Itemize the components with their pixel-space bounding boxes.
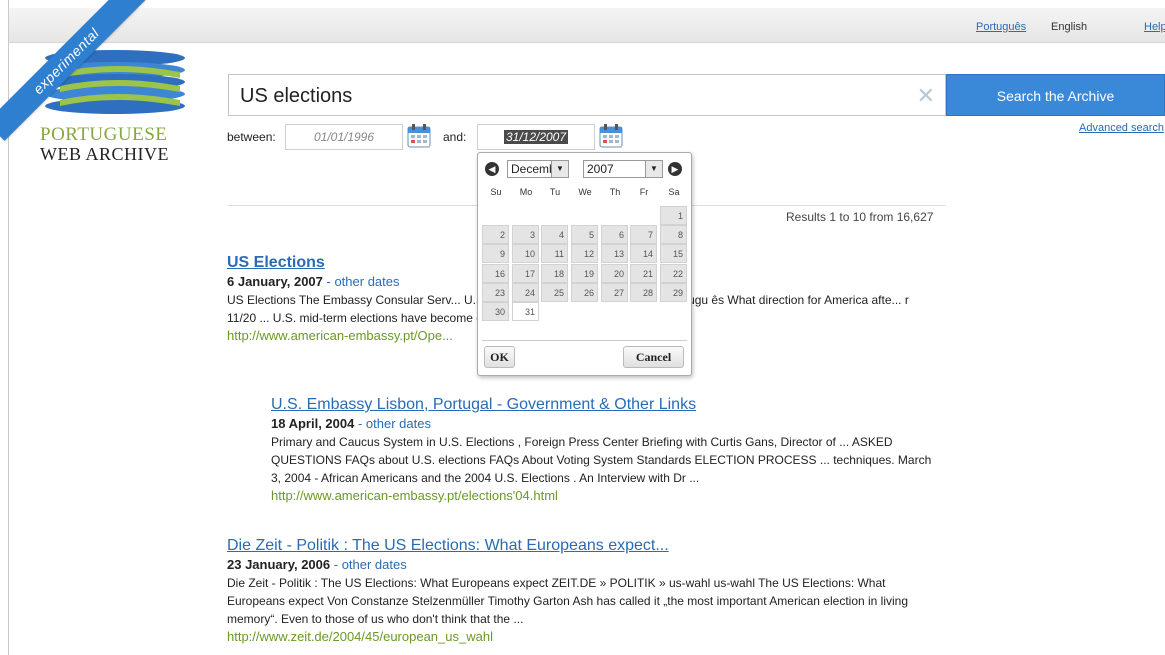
calendar-day[interactable]: 30 — [482, 302, 509, 321]
between-label: between: — [227, 130, 276, 144]
result-item: Die Zeit - Politik : The US Elections: W… — [227, 536, 937, 646]
cancel-button[interactable]: Cancel — [623, 346, 684, 368]
calendar-day[interactable]: 17 — [512, 263, 539, 283]
ok-button[interactable]: OK — [484, 346, 515, 368]
date-to-value: 31/12/2007 — [503, 130, 569, 144]
result-date: 6 January, 2007 — [227, 274, 323, 289]
other-dates-link[interactable]: other dates — [342, 557, 407, 572]
weekday-label: Tu — [549, 187, 561, 197]
divider — [482, 340, 687, 341]
other-dates-link[interactable]: other dates — [366, 416, 431, 431]
logo-text-web-archive: WEB ARCHIVE — [40, 144, 169, 164]
calendar-day[interactable]: 9 — [482, 244, 509, 264]
next-month-icon[interactable]: ▶ — [668, 162, 682, 176]
search-box: ✕ — [228, 74, 946, 116]
calendar-day[interactable]: 12 — [571, 244, 598, 264]
calendar-day[interactable]: 23 — [482, 282, 509, 302]
calendar-day[interactable]: 22 — [660, 263, 687, 283]
calendar-day[interactable]: 20 — [601, 263, 628, 283]
calendar-day[interactable]: 27 — [601, 282, 628, 302]
calendar-day[interactable]: 26 — [571, 282, 598, 302]
calendar-day[interactable]: 8 — [660, 225, 687, 245]
calendar-day[interactable]: 4 — [541, 225, 568, 245]
chevron-down-icon: ▼ — [645, 161, 662, 177]
month-value: Decemb — [511, 162, 556, 176]
language-portuguese-link[interactable]: Português — [976, 21, 1026, 33]
result-title-link[interactable]: Die Zeit - Politik : The US Elections: W… — [227, 536, 937, 556]
calendar-day[interactable]: 2 — [482, 225, 509, 245]
year-value: 2007 — [587, 162, 614, 176]
calendar-day[interactable]: 19 — [571, 263, 598, 283]
results-count: Results 1 to 10 from 16,627 — [786, 210, 934, 224]
calendar-day[interactable]: 10 — [512, 244, 539, 264]
date-to-field[interactable]: 31/12/2007 — [477, 124, 595, 150]
calendar-day[interactable]: 28 — [630, 282, 657, 302]
calendar-day[interactable]: 1 — [660, 206, 687, 225]
result-title-link[interactable]: U.S. Embassy Lisbon, Portugal - Governme… — [271, 395, 939, 415]
result-item: U.S. Embassy Lisbon, Portugal - Governme… — [271, 395, 939, 505]
result-date: 23 January, 2006 — [227, 557, 331, 572]
result-snippet: Primary and Caucus System in U.S. Electi… — [271, 435, 932, 485]
calendar-day[interactable]: 14 — [630, 244, 657, 264]
month-select[interactable]: Decemb ▼ — [507, 160, 569, 178]
calendar-day[interactable]: 11 — [541, 244, 568, 264]
calendar-day-selected[interactable]: 31 — [512, 302, 539, 321]
search-input[interactable] — [238, 84, 892, 109]
weekday-label: Mo — [519, 187, 533, 197]
chevron-down-icon: ▼ — [551, 161, 568, 177]
calendar-day[interactable]: 16 — [482, 263, 509, 283]
weekday-label: Sa — [668, 187, 680, 197]
other-dates-link[interactable]: other dates — [334, 274, 399, 289]
advanced-search-link[interactable]: Advanced search — [1079, 122, 1164, 134]
result-date: 18 April, 2004 — [271, 416, 355, 431]
result-url[interactable]: http://www.zeit.de/2004/45/european_us_w… — [227, 628, 937, 646]
calendar-day[interactable]: 15 — [660, 244, 687, 264]
help-link[interactable]: Help — [1144, 21, 1165, 33]
calendar-day[interactable]: 18 — [541, 263, 568, 283]
result-snippet: Die Zeit - Politik : The US Elections: W… — [227, 576, 909, 626]
clear-icon[interactable]: ✕ — [917, 83, 935, 109]
calendar-day[interactable]: 3 — [512, 225, 539, 245]
calendar-day[interactable]: 7 — [630, 225, 657, 245]
logo-text-portuguese: PORTUGUESE — [40, 124, 168, 145]
weekday-label: Su — [490, 187, 502, 197]
result-url[interactable]: http://www.american-embassy.pt/elections… — [271, 487, 939, 505]
calendar-day[interactable]: 6 — [601, 225, 628, 245]
calendar-day[interactable]: 29 — [660, 282, 687, 302]
calendar-day[interactable]: 25 — [541, 282, 568, 302]
calendar-day[interactable]: 24 — [512, 282, 539, 302]
and-label: and: — [443, 130, 467, 144]
weekday-label: Fr — [639, 187, 649, 197]
calendar-icon[interactable] — [599, 124, 623, 148]
search-archive-button[interactable]: Search the Archive — [946, 74, 1165, 116]
date-picker-popup: ◀ Decemb ▼ 2007 ▼ ▶ Su Mo Tu We Th Fr Sa 1234567… — [477, 152, 692, 376]
year-select[interactable]: 2007 ▼ — [583, 160, 663, 178]
date-from-field[interactable]: 01/01/1996 — [285, 124, 403, 150]
calendar-day[interactable]: 13 — [601, 244, 628, 264]
weekday-label: Th — [609, 187, 621, 197]
calendar-icon[interactable] — [407, 124, 431, 148]
language-english-label: English — [1051, 21, 1088, 33]
weekday-label: We — [578, 187, 592, 197]
calendar-day[interactable]: 21 — [630, 263, 657, 283]
prev-month-icon[interactable]: ◀ — [485, 162, 499, 176]
calendar-day[interactable]: 5 — [571, 225, 598, 245]
